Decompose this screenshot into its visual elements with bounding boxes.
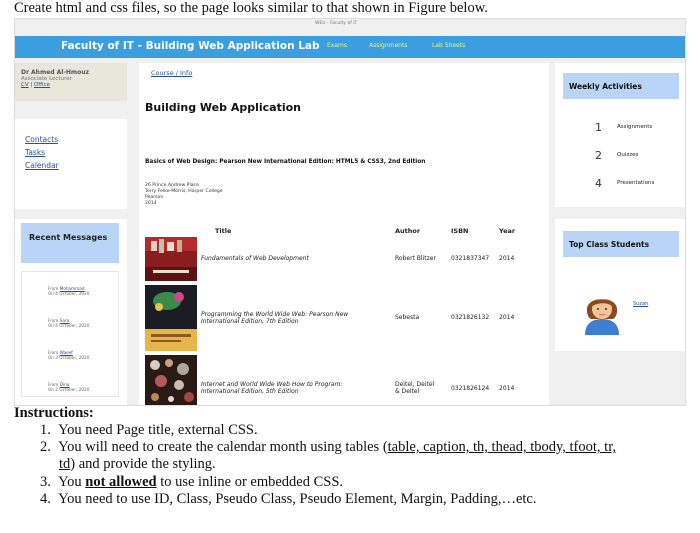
book-title-cell: Internet and World Wide Web How to Progr… xyxy=(201,381,342,395)
contacts-link[interactable]: Contacts xyxy=(25,135,117,144)
book-title-cell: Fundamentals of Web Development xyxy=(201,255,309,262)
author-line: Deitel, Deitel xyxy=(395,381,435,388)
message-item[interactable]: From Mohammad On 4 October, 2020 xyxy=(48,286,89,296)
message-item[interactable]: From Sara On 4 October, 2020 xyxy=(48,318,89,328)
title-line: International Edition, 7th Edition xyxy=(201,318,299,325)
student-name-link[interactable]: Suzan xyxy=(633,301,648,307)
instruction-text: You need Page title, external CSS. xyxy=(58,422,258,438)
nav-lab-sheets-link[interactable]: Lab Sheets xyxy=(432,42,465,49)
author-line: Sebesta xyxy=(395,314,420,321)
message-item[interactable]: From Dina On 2 October, 2020 xyxy=(48,382,89,392)
tasks-link[interactable]: Tasks xyxy=(25,148,117,157)
book-cover-image xyxy=(145,237,197,281)
instruction-item-continued: td) and provide the styling. xyxy=(40,456,616,473)
book-year-cell: 2014 xyxy=(499,385,515,392)
title-line: Internet and World Wide Web How to Progr… xyxy=(201,381,343,388)
table-row: Internet and World Wide Web How to Progr… xyxy=(145,355,545,405)
activity-count: 1 xyxy=(595,121,602,134)
profile-card: Dr Ahmed Al-Hmouz Associate Lecturer CV … xyxy=(15,63,127,101)
breadcrumb[interactable]: Course / Info xyxy=(151,69,192,77)
book-cover-image xyxy=(145,355,197,405)
title-line: Programming the World Wide Web: Pearson … xyxy=(201,311,349,318)
weekly-activities-title: Weekly Activities xyxy=(563,73,679,99)
book-title-cell: Programming the World Wide Web: Pearson … xyxy=(201,311,348,325)
instruction-text: You need to use ID, Class, Pseudo Class,… xyxy=(58,490,537,507)
calendar-link[interactable]: Calendar xyxy=(25,161,117,170)
cv-link[interactable]: CV xyxy=(21,82,29,88)
instruction-item: 2. You will need to create the calendar … xyxy=(40,439,616,456)
lecturer-name: Dr Ahmed Al-Hmouz xyxy=(21,69,89,76)
table-row: Programming the World Wide Web: Pearson … xyxy=(145,285,545,351)
page-heading: Building Web Application xyxy=(145,101,302,114)
instruction-number: 1. xyxy=(40,422,51,438)
book-year-cell: 2014 xyxy=(499,255,515,262)
instruction-underlined: table, caption, th, thead, tbody, tfoot,… xyxy=(387,439,617,456)
address-bar: WEU - Faculty of IT xyxy=(315,21,358,26)
recent-messages-title: Recent Messages xyxy=(21,223,119,263)
activity-count: 2 xyxy=(595,149,602,162)
instruction-underlined: td xyxy=(59,456,71,473)
nav-assignments-link[interactable]: Assignments xyxy=(369,42,407,49)
side-links-panel: Contacts Tasks Calendar xyxy=(15,119,127,209)
book-author-cell: Deitel, Deitel & Deitel xyxy=(395,381,434,395)
instruction-item: 1. You need Page title, external CSS. xyxy=(40,422,616,439)
table-row: Fundamentals of Web Development Robert B… xyxy=(145,237,545,281)
book-isbn-cell: 0321837347 xyxy=(451,255,490,262)
messages-list: From Mohammad On 4 October, 2020 From Sa… xyxy=(21,271,119,397)
student-avatar xyxy=(585,299,619,335)
message-date: On 4 October, 2020 xyxy=(48,323,90,328)
book-cover-image xyxy=(145,285,197,351)
instruction-item: 3. You not allowed to use inline or embe… xyxy=(40,474,616,491)
featured-book-title: Basics of Web Design: Pearson New Intern… xyxy=(145,159,426,165)
column-header-isbn: ISBN xyxy=(451,227,469,235)
instruction-text: ) and provide the styling. xyxy=(70,456,216,473)
office-link[interactable]: Office xyxy=(34,82,50,88)
instructions-title: Instructions: xyxy=(14,405,94,421)
message-date: On 2 October, 2020 xyxy=(48,387,90,392)
figure-screenshot: WEU - Faculty of IT Faculty of IT - Buil… xyxy=(14,18,686,406)
activity-count: 4 xyxy=(595,177,602,190)
nav-exams-link[interactable]: Exams xyxy=(327,42,347,49)
profile-links: CV | Office xyxy=(21,82,121,88)
site-title: Faculty of IT - Building Web Application… xyxy=(61,40,320,52)
instruction-text: to use inline or embedded CSS. xyxy=(156,473,344,490)
activity-label: Assignments xyxy=(617,124,653,130)
instruction-emphasis: not allowed xyxy=(85,473,157,490)
instruction-text: You xyxy=(58,473,86,490)
author-line: Robert Blitzer xyxy=(395,255,436,262)
instruction-number: 4. xyxy=(40,490,51,507)
top-students-title: Top Class Students xyxy=(563,231,679,257)
instruction-number: 2. xyxy=(40,439,51,456)
main-content: Course / Info Building Web Application B… xyxy=(139,63,549,405)
meta-line: 2014 xyxy=(145,201,157,206)
activity-label: Presentations xyxy=(617,180,655,186)
column-header-author: Author xyxy=(395,227,421,235)
book-isbn-cell: 0321826132 xyxy=(451,314,490,321)
message-item[interactable]: From Waeef On 3 October, 2020 xyxy=(48,350,89,360)
book-year-cell: 2014 xyxy=(499,314,515,321)
activity-label: Quizzes xyxy=(617,152,639,158)
recent-messages-panel: Recent Messages From Mohammad On 4 Octob… xyxy=(15,219,127,405)
top-students-panel: Top Class Students Suzan xyxy=(555,219,685,351)
column-header-year: Year xyxy=(499,227,516,235)
instruction-number: 3. xyxy=(40,473,51,490)
column-header-title: Title xyxy=(215,227,232,235)
instruction-text: You will need to create the calendar mon… xyxy=(58,439,388,456)
message-date: On 3 October, 2020 xyxy=(48,355,90,360)
author-line: & Deitel xyxy=(395,388,420,395)
intro-text: Create html and css files, so the page l… xyxy=(14,0,488,16)
top-banner: Faculty of IT - Building Web Application… xyxy=(15,36,685,58)
instruction-item: 4. You need to use ID, Class, Pseudo Cla… xyxy=(40,491,616,508)
featured-book-meta: 26 Prince Andrew Place Terry Felke-Morri… xyxy=(145,183,223,207)
book-author-cell: Sebesta xyxy=(395,314,419,321)
book-author-cell: Robert Blitzer xyxy=(395,255,436,262)
message-date: On 4 October, 2020 xyxy=(48,291,90,296)
weekly-activities-panel: Weekly Activities 1 Assignments 2 Quizze… xyxy=(555,63,685,207)
title-line: Fundamentals of Web Development xyxy=(201,255,309,262)
title-line: International Edition, 5th Edition xyxy=(201,388,299,395)
instructions-list: 1. You need Page title, external CSS. 2.… xyxy=(40,422,616,508)
book-isbn-cell: 0321826124 xyxy=(451,385,490,392)
